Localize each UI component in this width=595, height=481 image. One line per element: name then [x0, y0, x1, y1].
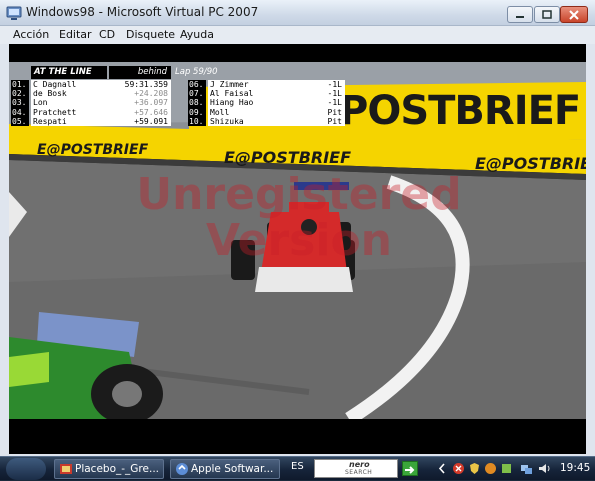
driver-gap: Pit [284, 107, 345, 117]
timing-row: 10. Shizuka Pit [188, 116, 345, 126]
maximize-icon [542, 10, 552, 19]
at-the-line-label: AT THE LINE [31, 66, 107, 79]
menu-accion[interactable]: Acción [13, 28, 49, 41]
timing-position: 10. [188, 116, 206, 126]
timing-position: 09. [188, 107, 206, 117]
antivirus-icon[interactable] [484, 462, 497, 475]
lap-counter: Lap 59/90 [175, 67, 218, 77]
banner-text-2: E@POSTBRIEF [224, 148, 352, 167]
timing-position: 08. [188, 98, 206, 108]
driver-gap: +57.646 [109, 107, 171, 117]
maximize-button[interactable] [534, 6, 560, 23]
driver-gap: -1L [284, 89, 345, 99]
watermark-line-2: Version [205, 215, 392, 266]
timing-row: 02. de Bosk +24.208 [11, 89, 171, 99]
driver-gap: +59.091 [109, 116, 171, 126]
timing-position: 07. [188, 89, 206, 99]
timing-row: 07. Al Faisal -1L [188, 89, 345, 99]
chevron-left-icon[interactable] [436, 462, 449, 475]
driver-name: Moll [208, 107, 284, 117]
driver-gap: -1L [284, 80, 345, 90]
driver-name: C Dagnall [31, 80, 109, 90]
menu-disquete[interactable]: Disquete [126, 28, 175, 41]
menu-cd[interactable]: CD [99, 28, 115, 41]
driver-gap: Pit [284, 116, 345, 126]
driver-name: Respati [31, 116, 109, 126]
driver-gap: -1L [284, 98, 345, 108]
driver-name: Al Faisal [208, 89, 284, 99]
driver-gap: 59:31.359 [109, 80, 171, 90]
driver-gap: +24.208 [109, 89, 171, 99]
timing-row: 09. Moll Pit [188, 107, 345, 117]
driver-name: Shizuka [208, 116, 284, 126]
close-icon [569, 9, 579, 20]
timing-row: 06. J Zimmer -1L [188, 80, 345, 90]
taskbar-button-placebo[interactable]: Placebo_-_Gre... [54, 459, 164, 479]
network-tools-icon[interactable] [500, 462, 513, 475]
timing-position: 04. [11, 107, 29, 117]
title-bar[interactable]: Windows98 - Microsoft Virtual PC 2007 [0, 0, 595, 26]
close-button[interactable] [560, 6, 588, 23]
timing-position: 05. [11, 116, 29, 126]
watermark-line-1: Unregistered [136, 169, 462, 220]
unregistered-watermark: Unregistered Version [109, 172, 489, 264]
timing-position: 01. [11, 80, 29, 90]
banner-text-4: POSTBRIEF [339, 88, 581, 134]
menu-bar: Acción Editar CD Disquete Ayuda [0, 26, 595, 44]
timing-position: 06. [188, 80, 206, 90]
nero-brand: nero [349, 460, 370, 469]
network-icon[interactable] [520, 462, 533, 475]
guest-display[interactable]: E@POSTBRIEF E@POSTBRIEF E@POSTBRIEF POST… [9, 44, 586, 454]
taskbar-button-label: Apple Softwar... [191, 463, 274, 475]
timing-row: 04. Pratchett +57.646 [11, 107, 171, 117]
menu-editar[interactable]: Editar [59, 28, 92, 41]
media-player-icon [60, 464, 72, 474]
driver-gap: +36.097 [109, 98, 171, 108]
virtual-pc-icon [6, 6, 22, 20]
driver-name: J Zimmer [208, 80, 284, 90]
shield-icon[interactable] [468, 462, 481, 475]
timing-position: 03. [11, 98, 29, 108]
system-clock[interactable]: 19:45 [560, 462, 590, 474]
language-indicator[interactable]: ES [291, 461, 304, 472]
banner-text-3: E@POSTBRIEF [475, 154, 586, 173]
minimize-icon [516, 15, 524, 18]
timing-row: 03. Lon +36.097 [11, 98, 171, 108]
nero-search-label: SEARCH [345, 469, 373, 476]
driver-name: Hiang Hao [208, 98, 284, 108]
behind-label: behind [109, 66, 171, 79]
start-button[interactable] [6, 458, 46, 480]
nero-search-box[interactable]: nero SEARCH [314, 459, 398, 478]
taskbar-button-label: Placebo_-_Gre... [75, 463, 159, 475]
menu-ayuda[interactable]: Ayuda [180, 28, 214, 41]
arrow-right-icon [405, 466, 415, 474]
timing-header: AT THE LINE behind Lap 59/90 [9, 66, 289, 79]
timing-row: 05. Respati +59.091 [11, 116, 171, 126]
timing-table-left: 01. C Dagnall 59:31.359 02. de Bosk +24.208 03… [11, 80, 171, 126]
taskbar: Placebo_-_Gre... Apple Softwar... ES ner… [0, 456, 595, 480]
driver-name: Pratchett [31, 107, 109, 117]
apple-software-update-icon [176, 463, 188, 475]
window-title: Windows98 - Microsoft Virtual PC 2007 [26, 5, 259, 19]
driver-name: Lon [31, 98, 109, 108]
taskbar-button-apple-software[interactable]: Apple Softwar... [170, 459, 280, 479]
banner-text-1: E@POSTBRIEF [37, 142, 149, 158]
timing-row: 08. Hiang Hao -1L [188, 98, 345, 108]
driver-name: de Bosk [31, 89, 109, 99]
timing-row: 01. C Dagnall 59:31.359 [11, 80, 171, 90]
minimize-button[interactable] [507, 6, 533, 23]
volume-icon[interactable] [538, 462, 551, 475]
search-go-button[interactable] [402, 461, 418, 476]
virtual-pc-window: Windows98 - Microsoft Virtual PC 2007 Ac… [0, 0, 595, 456]
timing-position: 02. [11, 89, 29, 99]
timing-table-right: 06. J Zimmer -1L 07. Al Faisal -1L 08. Hiang Ha… [188, 80, 345, 126]
security-alert-icon[interactable] [452, 462, 465, 475]
